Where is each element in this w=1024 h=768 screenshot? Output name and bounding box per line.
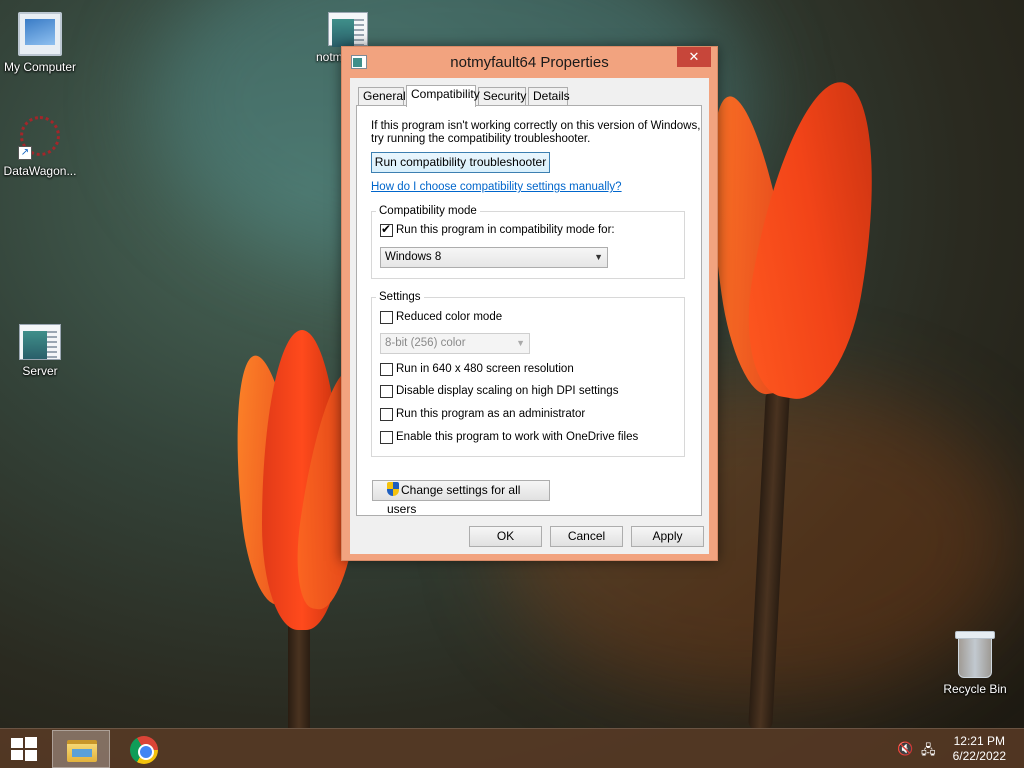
onedrive-checkbox[interactable] xyxy=(380,431,393,444)
tab-compatibility[interactable]: Compatibility xyxy=(406,85,480,107)
desktop-icon-label: DataWagon... xyxy=(3,164,77,178)
disable-dpi-scaling-checkbox[interactable] xyxy=(380,385,393,398)
cancel-button[interactable]: Cancel xyxy=(550,526,623,547)
intro-text-line-2: try running the compatibility troublesho… xyxy=(371,133,591,145)
windows-logo-pane xyxy=(25,750,37,761)
change-settings-all-users-button[interactable]: Change settings for all users xyxy=(372,480,550,516)
close-button[interactable]: ✕ xyxy=(677,47,711,67)
taskbar-chrome[interactable] xyxy=(114,730,172,768)
color-depth-selected: 8-bit (256) color xyxy=(385,337,466,349)
chevron-down-icon: ▼ xyxy=(594,252,603,262)
reduced-color-checkbox[interactable] xyxy=(380,311,393,324)
close-icon: ✕ xyxy=(688,49,700,64)
taskbar-file-explorer[interactable] xyxy=(52,730,110,768)
compatibility-mode-checkbox-label[interactable]: Run this program in compatibility mode f… xyxy=(396,224,615,236)
chrome-icon xyxy=(130,736,158,764)
windows-logo-pane xyxy=(11,750,23,760)
application-icon xyxy=(19,324,61,360)
start-button[interactable] xyxy=(10,737,38,761)
dialog-client-area: General Compatibility Security Details I… xyxy=(350,78,709,554)
resolution-640-checkbox[interactable] xyxy=(380,363,393,376)
desktop-icon-my-computer[interactable]: My Computer xyxy=(0,12,80,74)
run-as-admin-label[interactable]: Run this program as an administrator xyxy=(396,408,585,420)
run-troubleshooter-button[interactable]: Run compatibility troubleshooter xyxy=(371,152,550,173)
change-settings-all-users-label: Change settings for all users xyxy=(387,483,521,516)
title-bar[interactable]: notmyfault64 Properties ✕ xyxy=(342,47,717,77)
network-icon[interactable]: 🖧 xyxy=(921,741,936,763)
application-icon xyxy=(328,12,368,47)
chevron-down-icon: ▼ xyxy=(516,338,525,348)
desktop-icon-recycle-bin[interactable]: Recycle Bin xyxy=(935,631,1015,696)
compatibility-mode-group xyxy=(371,211,685,279)
taskbar: 🔇 🖧 12:21 PM 6/22/2022 xyxy=(0,728,1024,768)
recycle-bin-icon xyxy=(955,631,995,678)
tab-details[interactable]: Details xyxy=(528,87,570,106)
tab-security[interactable]: Security xyxy=(478,87,526,106)
compatibility-panel: If this program isn't working correctly … xyxy=(356,105,702,516)
desktop-icon-server[interactable]: Server xyxy=(0,324,80,378)
compatibility-os-dropdown[interactable]: Windows 8 ▼ xyxy=(380,247,608,268)
desktop-icon-datawagon[interactable]: ↗ DataWagon... xyxy=(0,116,80,178)
compatibility-mode-checkbox[interactable] xyxy=(380,222,393,237)
tab-general[interactable]: General xyxy=(358,87,406,106)
manual-settings-link[interactable]: How do I choose compatibility settings m… xyxy=(371,181,622,193)
intro-text-line-1: If this program isn't working correctly … xyxy=(371,120,701,132)
ok-button[interactable]: OK xyxy=(469,526,542,547)
disable-dpi-scaling-label[interactable]: Disable display scaling on high DPI sett… xyxy=(396,385,618,397)
clock-date: 6/22/2022 xyxy=(952,749,1006,763)
run-as-admin-checkbox[interactable] xyxy=(380,408,393,421)
computer-icon xyxy=(18,12,62,56)
dialog-title: notmyfault64 Properties xyxy=(450,54,609,71)
properties-dialog: notmyfault64 Properties ✕ General Compat… xyxy=(341,46,718,561)
desktop-icon-label: Recycle Bin xyxy=(943,682,1007,696)
settings-group-label: Settings xyxy=(376,291,424,303)
apply-button[interactable]: Apply xyxy=(631,526,704,547)
shortcut-arrow-icon: ↗ xyxy=(18,146,32,160)
resolution-640-label[interactable]: Run in 640 x 480 screen resolution xyxy=(396,363,574,375)
uac-shield-icon xyxy=(387,482,399,496)
color-depth-dropdown: 8-bit (256) color ▼ xyxy=(380,333,530,354)
volume-muted-icon[interactable]: 🔇 xyxy=(897,741,913,757)
desktop-icon-label: Server xyxy=(22,364,58,378)
desktop-icon-label: My Computer xyxy=(3,60,77,74)
clock-time: 12:21 PM xyxy=(953,734,1005,748)
compatibility-mode-group-label: Compatibility mode xyxy=(376,205,480,217)
system-clock[interactable]: 12:21 PM 6/22/2022 xyxy=(953,734,1006,764)
reduced-color-label[interactable]: Reduced color mode xyxy=(396,311,502,323)
windows-logo-icon xyxy=(11,738,23,748)
windows-logo-pane xyxy=(25,737,37,748)
onedrive-label[interactable]: Enable this program to work with OneDriv… xyxy=(396,431,638,443)
file-explorer-icon xyxy=(67,740,97,762)
compatibility-os-selected: Windows 8 xyxy=(385,251,442,263)
